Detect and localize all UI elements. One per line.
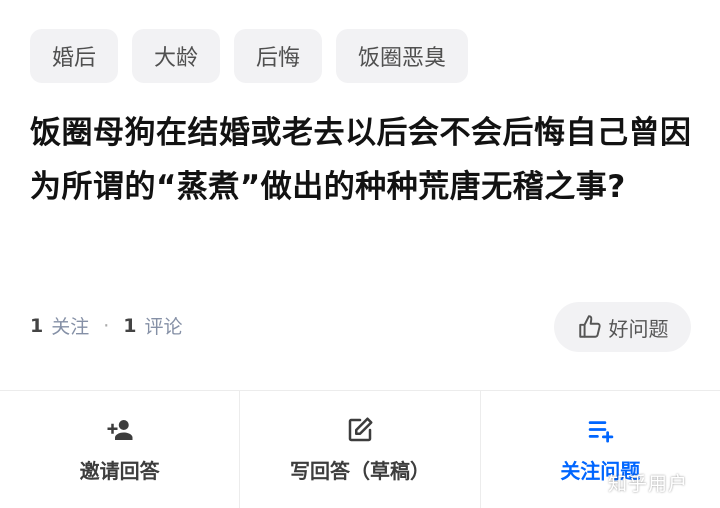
- meta-separator: ·: [103, 314, 110, 337]
- question-meta: 1 关注 · 1 评论: [30, 312, 183, 339]
- follow-count: 1: [30, 314, 44, 337]
- write-answer-label: 写回答（草稿）: [289, 459, 430, 483]
- follow-list-icon: [589, 421, 614, 443]
- invite-answer-label: 邀请回答: [79, 459, 160, 483]
- tag-list: 婚后 大龄 后悔 饭圈恶臭: [30, 29, 469, 83]
- follow-label[interactable]: 关注: [51, 312, 89, 339]
- tag-item[interactable]: 后悔: [234, 29, 323, 83]
- invite-user-icon: [107, 420, 133, 440]
- tag-item[interactable]: 饭圈恶臭: [336, 29, 469, 83]
- good-question-button[interactable]: 好问题: [554, 302, 691, 352]
- invite-answer-button[interactable]: 邀请回答: [0, 391, 239, 508]
- comment-count: 1: [123, 314, 137, 337]
- edit-icon: [348, 417, 373, 442]
- watermark: 知乎用户: [608, 473, 689, 495]
- write-answer-button[interactable]: 写回答（草稿）: [239, 391, 479, 508]
- tag-item[interactable]: 大龄: [132, 29, 221, 83]
- comment-label[interactable]: 评论: [145, 312, 183, 339]
- tag-item[interactable]: 婚后: [30, 29, 119, 83]
- question-title: 饭圈母狗在结婚或老去以后会不会后悔自己曾因为所谓的“蒸煮”做出的种种荒唐无稽之事…: [30, 115, 692, 205]
- thumbs-up-icon: [578, 315, 601, 338]
- good-question-label: 好问题: [608, 316, 669, 341]
